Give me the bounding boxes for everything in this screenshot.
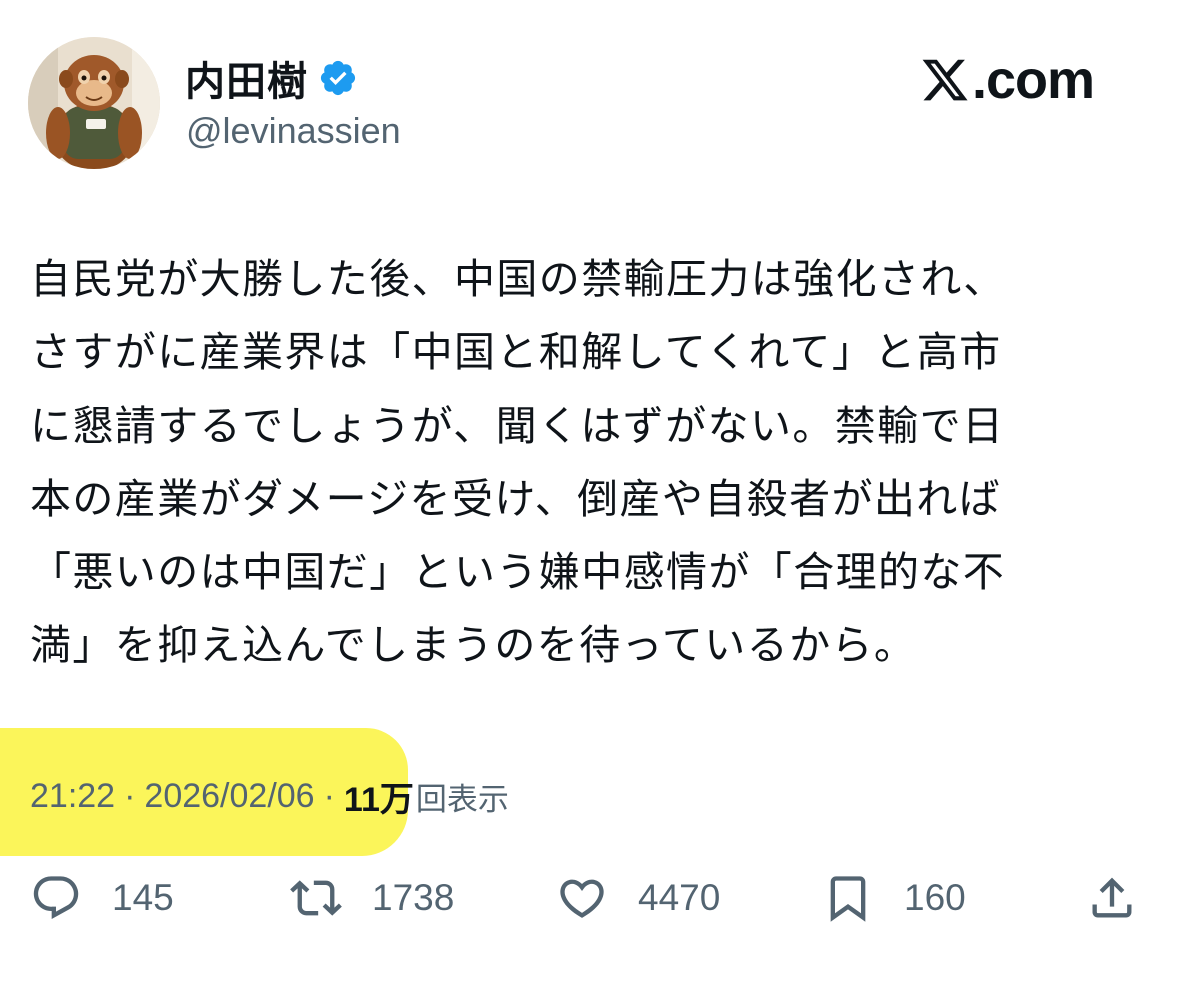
views-count: 11万 — [343, 780, 414, 819]
like-count: 4470 — [638, 877, 721, 918]
tweet-text: 自民党が大勝した後、中国の禁輸圧力は強化され、 さすがに産業界は「中国と和解して… — [30, 243, 1140, 683]
views-label: 回表示 — [415, 781, 509, 818]
x-logo-icon — [922, 59, 968, 101]
repost-button[interactable]: 1738 — [290, 864, 454, 932]
bookmark-count: 160 — [904, 877, 966, 918]
tweet-line: 自民党が大勝した後、中国の禁輸圧力は強化され、 — [30, 255, 1006, 303]
share-icon — [1092, 877, 1132, 918]
tweet-line: 本の産業がダメージを受け、倒産や自殺者が出れば — [30, 474, 1002, 523]
reply-count: 145 — [112, 877, 174, 918]
avatar[interactable] — [28, 37, 160, 169]
bookmark-icon — [830, 876, 866, 922]
brand-watermark: .com — [920, 48, 1095, 112]
repost-count: 1738 — [372, 877, 455, 918]
orangutan-plush-icon — [28, 37, 160, 169]
verified-badge-icon — [320, 60, 356, 96]
author-display-name[interactable]: 内田樹 — [185, 49, 308, 107]
action-bar: 145 1738 4470 160 — [0, 864, 1179, 932]
heart-icon — [560, 879, 604, 918]
tweet-line: に懇請するでしょうが、聞くはずがない。禁輸で日 — [30, 401, 1005, 450]
author-handle[interactable]: @levinassien — [186, 110, 401, 152]
author-name-row: 内田樹 — [185, 50, 358, 106]
meta-separator: · — [124, 776, 136, 815]
like-button[interactable]: 4470 — [556, 864, 720, 932]
tweet-line: 満」を抑え込んでしまうのを待っているから。 — [30, 621, 917, 670]
reply-icon — [33, 876, 79, 920]
tweet-line: さすがに産業界は「中国と和解してくれて」と高市 — [30, 328, 1002, 377]
meta-separator: · — [323, 776, 335, 815]
brand-text: .com — [972, 50, 1095, 110]
share-button[interactable] — [1086, 864, 1138, 932]
bookmark-button[interactable]: 160 — [822, 864, 966, 932]
tweet-date[interactable]: 2026/02/06 — [144, 777, 314, 816]
tweet-time[interactable]: 21:22 — [30, 777, 115, 816]
tweet-meta: 21:22 · 2026/02/06 · 11万 回表示 — [30, 770, 509, 822]
repost-icon — [290, 880, 342, 916]
reply-button[interactable]: 145 — [30, 864, 174, 932]
tweet-line: 「悪いのは中国だ」という嫌中感情が「合理的な不 — [30, 548, 1006, 597]
